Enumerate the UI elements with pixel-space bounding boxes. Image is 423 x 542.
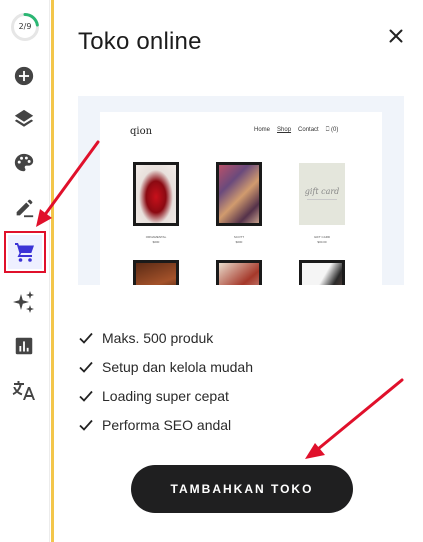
product-artwork <box>136 165 176 223</box>
preview-nav-cart: ⎕ (0) <box>325 127 339 133</box>
preview-product-5 <box>216 260 262 285</box>
preview-caption-1: ORNAMENTAL $000 <box>145 235 167 244</box>
checkmark-icon <box>79 390 93 402</box>
preview-product-1 <box>133 162 179 226</box>
sidebar: 2/9 <box>0 0 50 542</box>
add-store-button[interactable]: TAMBAHKAN TOKO <box>131 465 353 513</box>
preview-product-3: gift card <box>299 163 345 225</box>
feature-item: Loading super cepat <box>78 381 253 410</box>
preview-nav: Home Shop Contact ⎕ (0) <box>254 127 338 134</box>
store-panel: Toko online qion Home Shop Contact ⎕ (0)… <box>54 0 423 542</box>
palette-icon <box>14 153 34 172</box>
checkmark-icon <box>79 419 93 431</box>
sidebar-item-add[interactable] <box>9 61 39 91</box>
bar-chart-icon <box>15 337 33 355</box>
shopping-cart-icon <box>15 243 34 262</box>
preview-logo: qion <box>130 126 153 137</box>
sidebar-item-edit[interactable] <box>9 193 39 223</box>
feature-list: Maks. 500 produk Setup dan kelola mudah … <box>78 323 253 439</box>
panel-title: Toko online <box>78 28 202 55</box>
close-button[interactable] <box>384 24 408 48</box>
preview-nav-shop: Shop <box>277 127 292 133</box>
setup-progress-indicator[interactable]: 2/9 <box>10 12 40 42</box>
giftcard-title: gift card <box>304 186 340 196</box>
feature-text: Performa SEO andal <box>102 416 232 433</box>
sidebar-item-layers[interactable] <box>9 104 39 134</box>
product-artwork <box>219 165 259 223</box>
preview-site: qion Home Shop Contact ⎕ (0) gift card O… <box>100 112 382 285</box>
product-artwork <box>136 263 176 285</box>
checkmark-icon <box>79 361 93 373</box>
sidebar-item-ai[interactable] <box>9 287 39 317</box>
layers-icon <box>14 109 34 127</box>
sparkles-icon <box>13 291 34 313</box>
checkmark-icon <box>79 332 93 344</box>
product-artwork <box>219 263 259 285</box>
feature-text: Loading super cepat <box>102 387 229 404</box>
preview-nav-home: Home <box>254 127 271 133</box>
sidebar-item-design[interactable] <box>9 148 39 178</box>
progress-text: 2/9 <box>18 22 32 31</box>
edit-pencil-icon <box>16 199 34 218</box>
preview-product-4 <box>133 260 179 285</box>
preview-product-2 <box>216 162 262 226</box>
preview-nav-contact: Contact <box>298 127 319 133</box>
sidebar-item-translate[interactable] <box>9 375 39 405</box>
feature-text: Setup dan kelola mudah <box>102 358 253 375</box>
preview-product-6 <box>299 260 345 285</box>
add-circle-icon <box>14 66 34 86</box>
feature-item: Setup dan kelola mudah <box>78 352 253 381</box>
preview-caption-3: GIFT CARD $00.00 <box>313 235 331 244</box>
feature-text: Maks. 500 produk <box>102 329 214 346</box>
sidebar-item-store[interactable] <box>4 231 46 273</box>
sidebar-item-analytics[interactable] <box>9 331 39 361</box>
product-artwork <box>302 263 342 285</box>
feature-item: Performa SEO andal <box>78 410 253 439</box>
giftcard-rule <box>307 199 337 201</box>
store-preview-image: qion Home Shop Contact ⎕ (0) gift card O… <box>78 96 404 285</box>
preview-caption-2: SCOTT $000 <box>233 235 245 244</box>
close-icon <box>389 29 403 43</box>
feature-item: Maks. 500 produk <box>78 323 253 352</box>
translate-icon <box>12 381 35 400</box>
